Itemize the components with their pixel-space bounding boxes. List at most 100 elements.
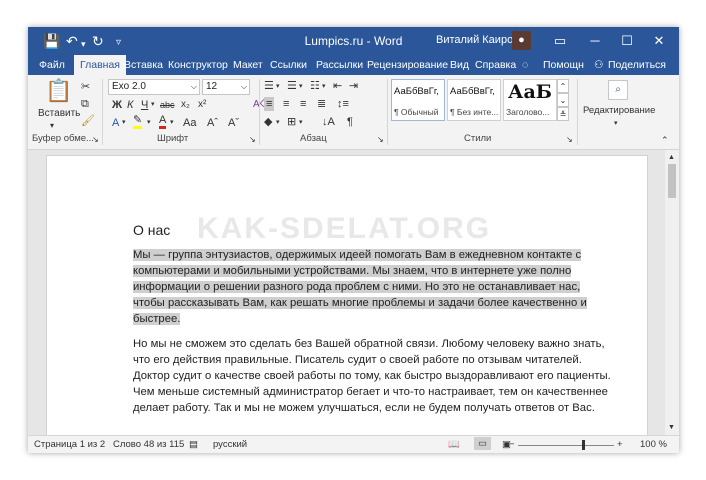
vertical-scrollbar[interactable]: ▲ ▼ <box>665 150 679 435</box>
align-right-icon[interactable]: ≡ <box>300 97 306 111</box>
word-count[interactable]: Слово 48 из 115 <box>113 439 184 450</box>
underline-dropdown-icon[interactable]: ▾ <box>151 98 155 112</box>
style-no-spacing[interactable]: АаБбВвГг, ¶ Без инте... <box>447 79 501 121</box>
styles-scroll-up-icon[interactable]: ⌃ <box>557 79 569 93</box>
user-name[interactable]: Виталий Каиров <box>436 34 519 46</box>
styles-more-icon[interactable]: ≚ <box>557 107 569 121</box>
tab-home[interactable]: Главная <box>74 55 126 75</box>
shading-icon[interactable]: ◆ <box>264 115 272 129</box>
highlight-dropdown-icon[interactable]: ▾ <box>147 116 151 130</box>
subscript-icon[interactable]: x₂ <box>181 98 190 112</box>
italic-icon[interactable]: К <box>127 98 133 112</box>
borders-dropdown-icon[interactable]: ▾ <box>299 116 303 130</box>
increase-indent-icon[interactable]: ⇥ <box>349 79 358 93</box>
font-color-dropdown-icon[interactable]: ▾ <box>170 116 174 130</box>
clipboard-launcher-icon[interactable]: ↘ <box>92 133 99 147</box>
ribbon-display-options-icon[interactable]: ▭ <box>546 27 574 55</box>
paragraph-selected[interactable]: Мы — группа энтузиастов, одержимых идеей… <box>133 247 613 327</box>
font-color-icon[interactable]: A <box>159 115 167 129</box>
scroll-down-icon[interactable]: ▼ <box>668 421 675 435</box>
document-page[interactable]: KAK-SDELAT.ORG О нас Мы — группа энтузиа… <box>46 155 648 453</box>
scrollbar-thumb[interactable] <box>668 164 676 198</box>
font-name-box[interactable]: Exo 2.0 ⌵ <box>108 79 200 95</box>
tab-layout[interactable]: Макет <box>233 55 263 75</box>
underline-icon[interactable]: Ч <box>141 98 148 112</box>
format-painter-icon[interactable]: 🖌 <box>81 114 95 128</box>
proofing-icon[interactable]: ▤ <box>189 439 198 450</box>
bullets-dropdown-icon[interactable]: ▾ <box>276 80 280 94</box>
tab-references[interactable]: Ссылки <box>270 55 307 75</box>
read-mode-icon[interactable]: 📖 <box>448 439 460 450</box>
font-size-dropdown-icon[interactable]: ⌵ <box>241 80 247 94</box>
language-indicator[interactable]: русский <box>213 439 247 450</box>
editing-dropdown-icon[interactable]: ▾ <box>614 117 618 131</box>
font-size-box[interactable]: 12 ⌵ <box>202 79 250 95</box>
paragraph-launcher-icon[interactable]: ↘ <box>377 133 384 147</box>
print-layout-icon[interactable]: ▭ <box>474 437 491 450</box>
align-left-icon[interactable]: ≡ <box>264 97 275 111</box>
multilevel-dropdown-icon[interactable]: ▾ <box>322 80 326 94</box>
style-heading1-sample: АаБ <box>508 81 553 103</box>
minimize-icon[interactable]: ─ <box>581 27 609 55</box>
style-normal[interactable]: АаБбВвГг, ¶ Обычный <box>391 79 445 121</box>
share-icon[interactable]: ⚇ <box>594 55 603 75</box>
page-heading[interactable]: О нас <box>133 222 170 238</box>
shading-dropdown-icon[interactable]: ▾ <box>276 116 280 130</box>
bold-icon[interactable]: Ж <box>112 98 122 112</box>
paragraph-2[interactable]: Но мы не сможем это сделать без Вашей об… <box>133 336 613 416</box>
tab-review[interactable]: Рецензирование <box>367 55 448 75</box>
show-formatting-marks-icon[interactable]: ¶ <box>347 115 353 129</box>
align-center-icon[interactable]: ≡ <box>283 97 289 111</box>
justify-icon[interactable]: ≣ <box>317 97 326 111</box>
search-icon[interactable]: ⌕ <box>608 80 628 100</box>
tab-insert[interactable]: Вставка <box>124 55 163 75</box>
tab-file[interactable]: Файл <box>39 55 65 75</box>
style-heading1[interactable]: АаБ Заголово... <box>503 79 557 121</box>
tab-help[interactable]: Справка <box>475 55 516 75</box>
superscript-icon[interactable]: x² <box>198 98 206 112</box>
numbering-icon[interactable]: ☰ <box>287 79 297 93</box>
zoom-out-icon[interactable]: − <box>509 439 515 450</box>
font-launcher-icon[interactable]: ↘ <box>249 133 256 147</box>
paste-dropdown-icon[interactable]: ▾ <box>50 119 54 133</box>
strikethrough-icon[interactable]: abc <box>160 98 175 112</box>
tab-design[interactable]: Конструктор <box>168 55 228 75</box>
grow-font-icon[interactable]: Aˆ <box>207 116 218 130</box>
bullets-icon[interactable]: ☰ <box>264 79 274 93</box>
paste-button[interactable]: Вставить <box>38 107 80 121</box>
sort-icon[interactable]: ↓A <box>322 115 335 129</box>
font-name-dropdown-icon[interactable]: ⌵ <box>191 80 197 94</box>
borders-icon[interactable]: ⊞ <box>287 115 296 129</box>
zoom-slider[interactable] <box>518 445 614 446</box>
styles-scroll-down-icon[interactable]: ⌄ <box>557 93 569 107</box>
decrease-indent-icon[interactable]: ⇤ <box>333 79 342 93</box>
numbering-dropdown-icon[interactable]: ▾ <box>299 80 303 94</box>
paste-icon[interactable]: 📋 <box>45 78 72 104</box>
page-count[interactable]: Страница 1 из 2 <box>34 439 105 450</box>
zoom-slider-handle[interactable] <box>582 440 585 450</box>
maximize-icon[interactable]: ☐ <box>613 27 641 55</box>
avatar[interactable]: ● <box>512 31 531 50</box>
editing-button[interactable]: Редактирование <box>583 104 655 118</box>
text-effects-icon[interactable]: A <box>112 116 119 130</box>
collapse-ribbon-icon[interactable]: ⌃ <box>661 133 669 147</box>
share-button[interactable]: Поделиться <box>608 55 666 75</box>
change-case-icon[interactable]: Aa <box>183 116 196 130</box>
close-icon[interactable]: ✕ <box>645 27 673 55</box>
copy-icon[interactable]: ⧉ <box>81 97 89 111</box>
tab-view[interactable]: Вид <box>450 55 469 75</box>
line-spacing-icon[interactable]: ↕≡ <box>337 97 349 111</box>
zoom-in-icon[interactable]: + <box>617 439 623 450</box>
multilevel-list-icon[interactable]: ☷ <box>310 79 320 93</box>
tab-mailings[interactable]: Рассылки <box>316 55 363 75</box>
highlight-icon[interactable]: ✎ <box>133 115 143 129</box>
styles-launcher-icon[interactable]: ↘ <box>566 133 573 147</box>
separator <box>259 79 260 145</box>
shrink-font-icon[interactable]: Aˇ <box>228 116 239 130</box>
text-effects-dropdown-icon[interactable]: ▾ <box>122 116 126 130</box>
cut-icon[interactable]: ✂ <box>81 80 90 94</box>
lightbulb-icon[interactable]: ◌ <box>522 55 528 75</box>
zoom-level[interactable]: 100 % <box>640 439 667 450</box>
scroll-up-icon[interactable]: ▲ <box>668 151 675 165</box>
tab-tell-me[interactable]: Помощн <box>543 55 584 75</box>
